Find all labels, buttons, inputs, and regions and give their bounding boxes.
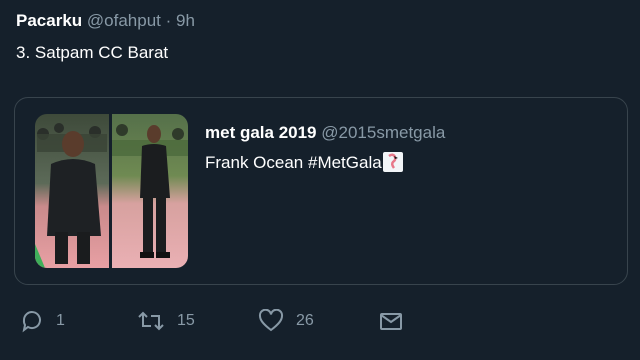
- quoted-tweet-header: met gala 2019 @2015smetgala: [205, 122, 445, 144]
- retweet-count: 15: [177, 312, 195, 329]
- retweet-icon: [137, 309, 165, 333]
- quoted-text-body: Frank Ocean #MetGala: [205, 153, 382, 172]
- share-button[interactable]: [378, 306, 404, 336]
- retweet-button[interactable]: 15: [137, 306, 195, 336]
- photo-left: [35, 114, 109, 268]
- mail-icon: [378, 309, 404, 333]
- reply-button[interactable]: 1: [20, 306, 65, 336]
- quoted-author-name[interactable]: met gala 2019: [205, 123, 317, 142]
- quoted-tweet-media[interactable]: [35, 114, 188, 268]
- flamingo-emoji-icon: [382, 152, 403, 172]
- reply-icon: [20, 309, 44, 333]
- heart-icon: [258, 309, 284, 333]
- photo-right: [112, 114, 188, 268]
- tweet-header: Pacarku @ofahput · 9h: [16, 10, 195, 32]
- author-name[interactable]: Pacarku: [16, 11, 82, 30]
- tweet-text: 3. Satpam CC Barat: [16, 43, 169, 62]
- like-button[interactable]: 26: [258, 306, 314, 336]
- quoted-tweet-text: Frank Ocean #MetGala: [205, 152, 403, 174]
- quoted-author-handle[interactable]: @2015smetgala: [321, 123, 445, 142]
- author-handle[interactable]: @ofahput: [87, 11, 161, 30]
- tweet-time[interactable]: 9h: [176, 11, 195, 30]
- like-count: 26: [296, 312, 314, 329]
- tweet-actions: 1 15 26: [0, 306, 640, 336]
- header-separator: ·: [165, 11, 172, 30]
- reply-count: 1: [56, 312, 65, 329]
- quoted-tweet-card[interactable]: met gala 2019 @2015smetgala Frank Ocean …: [14, 97, 628, 285]
